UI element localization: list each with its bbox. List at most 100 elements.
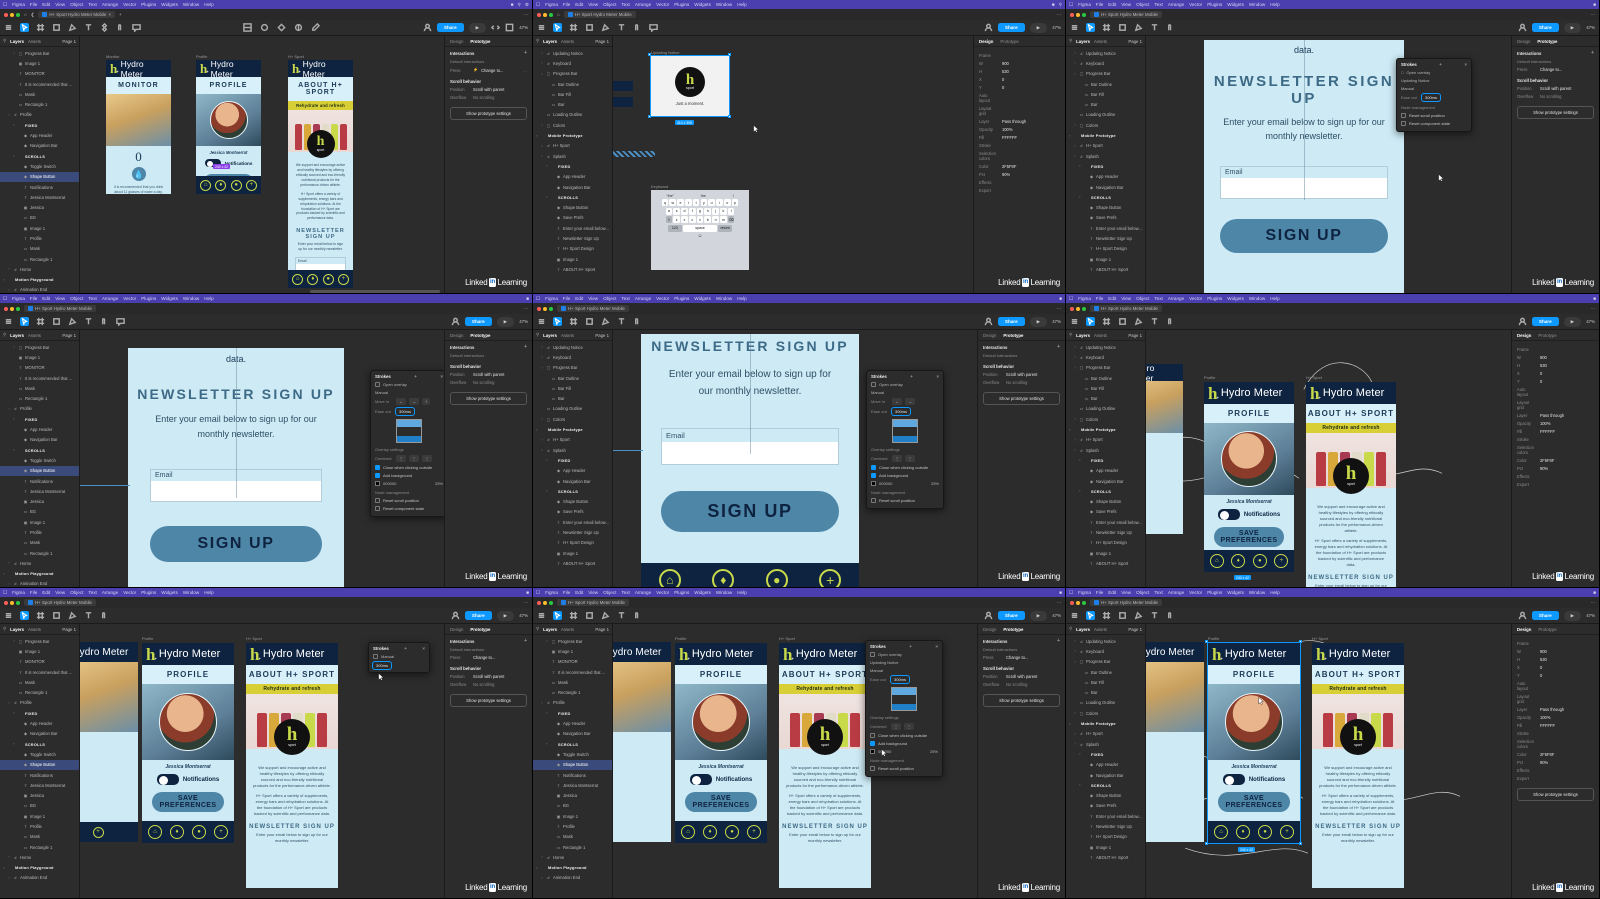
- chevron-right-icon[interactable]: ›: [540, 123, 544, 127]
- search-icon[interactable]: ⚲: [1069, 626, 1072, 632]
- layer-item[interactable]: ▭ Bar Fill: [1066, 677, 1145, 687]
- shape-tool-icon[interactable]: [1118, 317, 1127, 326]
- home-icon[interactable]: ⌂: [1209, 554, 1224, 568]
- key-j[interactable]: j: [712, 207, 719, 215]
- menu-item-window[interactable]: Window: [183, 590, 199, 595]
- design-row[interactable]: Export: [1517, 482, 1594, 487]
- menu-item-arrange[interactable]: Arrange: [635, 590, 651, 595]
- menu-item-widgets[interactable]: Widgets: [1227, 296, 1244, 301]
- menu-item-arrange[interactable]: Arrange: [102, 590, 118, 595]
- notifications-toggle[interactable]: [689, 774, 712, 785]
- notifications-row[interactable]: Notifications: [1208, 772, 1300, 787]
- shape-tool-icon[interactable]: [1118, 23, 1127, 32]
- frame-label-keyboard[interactable]: Keyboard: [651, 184, 668, 189]
- menu-item-view[interactable]: View: [1121, 590, 1131, 595]
- layer-item[interactable]: T It is recommended that ...: [0, 373, 79, 383]
- menu-item-widgets[interactable]: Widgets: [1227, 590, 1244, 595]
- trigger-row[interactable]: Press Change to...: [450, 655, 527, 660]
- design-row[interactable]: Y0: [1517, 673, 1594, 678]
- layer-item[interactable]: ◆ Save Prefs: [1066, 213, 1145, 223]
- layer-item[interactable]: T H+ Sport Design: [533, 538, 612, 548]
- open-overlay-row[interactable]: Open overlay: [375, 382, 443, 387]
- menu-item-window[interactable]: Window: [1249, 296, 1265, 301]
- layer-item[interactable]: ▣ Jessica: [533, 790, 612, 800]
- layer-item[interactable]: ▭ BG: [0, 801, 79, 811]
- avatar[interactable]: [1518, 317, 1527, 326]
- key-x[interactable]: x: [681, 216, 688, 223]
- menu-item-object[interactable]: Object: [603, 296, 616, 301]
- easing-row[interactable]: Ease out 300ms: [871, 407, 939, 416]
- layer-item[interactable]: ◆ Navigation Bar: [533, 182, 612, 192]
- layer-item[interactable]: › Motion Playground: [0, 569, 79, 579]
- menu-item-plugins[interactable]: Plugins: [1207, 590, 1222, 595]
- layer-item[interactable]: T Newsletter Sign Up: [533, 233, 612, 243]
- target-row[interactable]: Updating Notice: [870, 660, 938, 665]
- design-row[interactable]: Effects: [1517, 474, 1594, 479]
- zoom-level[interactable]: 47%: [1586, 319, 1595, 324]
- tab-assets[interactable]: Assets: [561, 39, 574, 44]
- browser-tab[interactable]: H+ Sport Hydro Meter Mobile: [24, 599, 96, 606]
- frame-profile[interactable]: h + Hydro Meter PROFILE Jessica Montserra…: [1204, 382, 1294, 572]
- tab-design[interactable]: Design: [450, 333, 463, 338]
- design-row[interactable]: Auto layout: [979, 93, 1060, 103]
- layer-item[interactable]: › # Updating Notice: [1066, 342, 1145, 352]
- design-row[interactable]: Layer Pass through: [1517, 413, 1594, 418]
- layer-item[interactable]: ◆ App Header: [1066, 172, 1145, 182]
- layer-tree-1[interactable]: › ▢ Progress Bar ▣ Image 1 T MONITOR T It is rec…: [0, 47, 79, 293]
- layer-item[interactable]: ◆ App Header: [0, 424, 79, 434]
- plus-icon[interactable]: +: [747, 825, 761, 839]
- menu-item-object[interactable]: Object: [1136, 296, 1149, 301]
- layer-item[interactable]: › # Splash: [533, 445, 612, 455]
- move-tool-icon[interactable]: [20, 23, 29, 32]
- add-background-checkbox[interactable]: Add background: [871, 473, 939, 478]
- layer-item[interactable]: ◆ Shape Button: [0, 759, 79, 770]
- browser-tab[interactable]: H+ Sport Hydro Meter Mobile: [1090, 599, 1162, 606]
- layer-item[interactable]: ▣ Image 1: [1066, 548, 1145, 558]
- frame-tool-icon[interactable]: [569, 611, 578, 620]
- layer-item[interactable]: › ▢ Colors: [533, 120, 612, 130]
- chevron-right-icon[interactable]: ›: [540, 72, 544, 76]
- tab-prototype[interactable]: Prototype: [1538, 333, 1556, 338]
- frame-keyboard[interactable]: "the" the I qwertyuiop asdfghjkl ⇧ zxcvb…: [651, 190, 749, 270]
- frame-hsport[interactable]: h + Hydro Meter ABOUT H+ SPORT Rehydrate …: [1312, 643, 1404, 888]
- menu-item-file[interactable]: File: [563, 2, 570, 7]
- layer-item[interactable]: T ABOUT H+ Sport: [1066, 558, 1145, 568]
- layer-item[interactable]: › SCROLLS: [1066, 486, 1145, 496]
- layer-item[interactable]: ▭ Bar: [1066, 687, 1145, 697]
- design-row-value[interactable]: FFFFFF: [1540, 723, 1555, 728]
- home-icon[interactable]: ⌂: [658, 569, 681, 587]
- menu-item-text[interactable]: Text: [1154, 590, 1162, 595]
- layer-item[interactable]: T MONITOR: [0, 69, 79, 79]
- design-row[interactable]: Frame: [1517, 641, 1594, 646]
- layer-tree-5[interactable]: › # Updating Notice › # Keyboard › ▢ Progress Ba…: [533, 341, 612, 587]
- chevron-right-icon[interactable]: ›: [1073, 366, 1077, 370]
- notifications-row[interactable]: Notifications: [1204, 507, 1294, 522]
- keyboard-row-5[interactable]: ☺: [653, 233, 747, 239]
- add-interaction-icon[interactable]: +: [1057, 344, 1060, 350]
- menu-item-arrange[interactable]: Arrange: [635, 296, 651, 301]
- layer-item[interactable]: ◆ Shape Button: [533, 759, 612, 770]
- canvas-1[interactable]: Monitor h + Hydro Meter MONITOR 0 💧 It is…: [80, 36, 444, 293]
- tab-prototype[interactable]: Prototype: [470, 333, 490, 338]
- layer-item[interactable]: T Newsletter Sign Up: [1066, 233, 1145, 243]
- menu-item-widgets[interactable]: Widgets: [161, 590, 178, 595]
- add-interaction-icon[interactable]: +: [1057, 638, 1060, 644]
- menu-item-edit[interactable]: Edit: [42, 296, 50, 301]
- tab-prototype[interactable]: Prototype: [1003, 333, 1023, 338]
- menu-item-plugins[interactable]: Plugins: [674, 296, 689, 301]
- close-on-outside-click-checkbox[interactable]: Close when clicking outside: [871, 465, 939, 470]
- layer-item[interactable]: ◆ Save Prefs: [533, 507, 612, 517]
- chevron-right-icon[interactable]: ›: [540, 876, 544, 880]
- design-row[interactable]: Color 2F5F8F: [1517, 458, 1594, 463]
- design-row[interactable]: Frame: [1517, 347, 1594, 352]
- frame-hsport[interactable]: h + Hydro Meter ABOUT H+ SPORT Rehydrate …: [1306, 382, 1396, 587]
- add-interaction-icon[interactable]: +: [524, 344, 527, 350]
- design-row[interactable]: Selection colors: [1517, 739, 1594, 749]
- layer-item[interactable]: ◆ Navigation Bar: [0, 729, 79, 739]
- design-row-value[interactable]: 0: [1540, 371, 1542, 376]
- overlay-settings-panel[interactable]: Strokes + × Open overlay Manual Move in ← → …: [866, 370, 944, 509]
- tab-design[interactable]: Design: [979, 39, 993, 44]
- chevron-right-icon[interactable]: ›: [545, 458, 549, 462]
- zoom-level[interactable]: 47%: [1586, 613, 1595, 618]
- layer-item[interactable]: T Profile: [0, 233, 79, 243]
